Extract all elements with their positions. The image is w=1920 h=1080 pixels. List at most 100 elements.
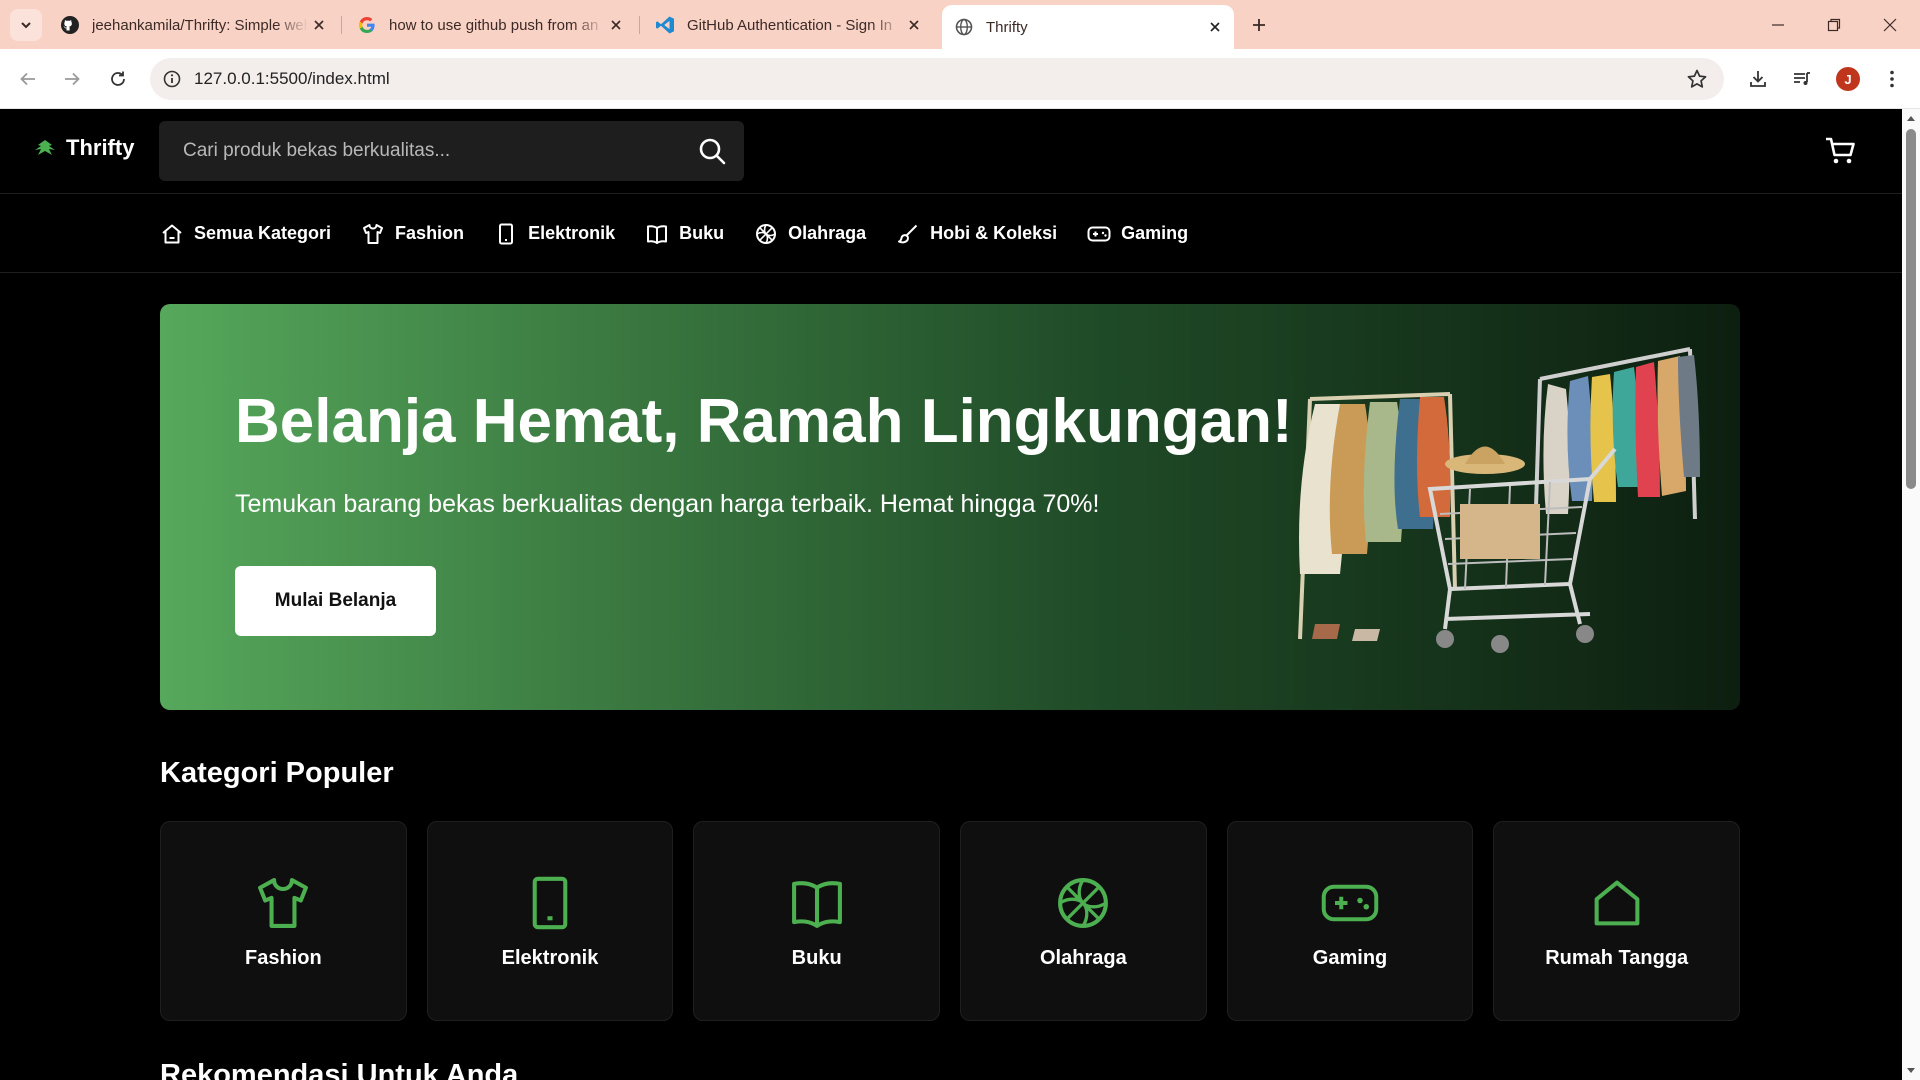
site-info-icon[interactable] [150,70,194,88]
gamepad-icon [1087,222,1111,246]
book-icon [787,873,847,933]
tab-strip: jeehankamila/Thrifty: Simple web how to … [0,0,1920,49]
category-card-label: Elektronik [501,946,599,969]
brush-icon [896,222,920,246]
category-card-rumah-tangga[interactable]: Rumah Tangga [1493,821,1741,1021]
url-text: 127.0.0.1:5500/index.html [194,69,390,88]
minimize-button[interactable] [1750,0,1806,49]
clothing-rack-cart-illustration [1298,347,1700,653]
tab-google-search[interactable]: how to use github push from an [345,7,635,43]
chevron-down-icon [21,22,31,29]
nav-item-label: Hobi & Koleksi [930,223,1058,243]
google-icon [357,15,377,35]
close-window-button[interactable] [1862,0,1918,49]
nav-item-semua-kategori[interactable]: Semua Kategori [160,222,331,246]
browser-window: jeehankamila/Thrifty: Simple web how to … [0,0,1920,1080]
basketball-icon [754,222,778,246]
hero-banner: Belanja Hemat, Ramah Lingkungan! Temukan… [160,304,1740,710]
download-icon [1750,71,1766,87]
hero-title: Belanja Hemat, Ramah Lingkungan! [235,387,1293,456]
tab-separator [639,16,640,34]
category-card-gaming[interactable]: Gaming [1226,821,1474,1021]
reload-button[interactable] [102,63,134,95]
category-nav: Semua Kategori Fashion Elektronik Buku O… [0,195,1902,273]
shirt-icon [253,873,313,933]
downloads-button[interactable] [1742,63,1774,95]
nav-item-elektronik[interactable]: Elektronik [494,222,615,246]
search-input[interactable] [159,121,680,181]
address-bar[interactable]: 127.0.0.1:5500/index.html [150,58,1724,100]
vscode-icon [655,15,675,35]
category-card-label: Olahraga [1040,946,1127,969]
close-icon [1883,18,1897,31]
tab-thrifty[interactable]: Thrifty [942,5,1234,49]
nav-item-buku[interactable]: Buku [645,222,724,246]
leaf-icon [35,140,55,155]
scroll-thumb[interactable] [1906,129,1916,489]
close-icon[interactable] [605,14,627,36]
more-vertical-icon [1890,70,1894,88]
basketball-icon [1053,873,1113,933]
category-card-olahraga[interactable]: Olahraga [960,821,1207,1021]
search-button[interactable] [680,121,744,181]
page-viewport: Thrifty Semua Kategori Fashion [0,109,1902,1080]
browser-menu-button[interactable] [1876,63,1908,95]
tab-title: GitHub Authentication - Sign In [687,16,893,34]
arrow-left-icon [20,72,35,86]
nav-item-olahraga[interactable]: Olahraga [754,222,866,246]
minimize-icon [1772,23,1784,26]
tab-search-button[interactable] [10,9,42,41]
nav-item-label: Buku [679,223,725,243]
close-icon[interactable] [1204,16,1226,38]
github-icon [60,15,80,35]
close-icon[interactable] [903,14,925,36]
category-card-label: Buku [791,946,842,969]
recommendations-title: Rekomendasi Untuk Anda [160,1059,519,1080]
back-button[interactable] [12,63,44,95]
site-logo[interactable]: Thrifty [34,135,134,161]
cart-button[interactable] [1822,133,1858,169]
home-icon [160,222,184,246]
nav-item-hobi-koleksi[interactable]: Hobi & Koleksi [896,222,1057,246]
tab-title: Thrifty [986,18,1028,36]
category-card-fashion[interactable]: Fashion [160,821,407,1021]
restore-button[interactable] [1806,0,1862,49]
nav-item-fashion[interactable]: Fashion [361,222,464,246]
category-card-label: Fashion [245,946,322,969]
start-shopping-button[interactable]: Mulai Belanja [235,566,436,636]
logo-text: Thrifty [66,135,135,160]
scroll-down-icon[interactable] [1906,1066,1916,1076]
nav-item-label: Semua Kategori [194,223,332,243]
nav-item-label: Gaming [1121,223,1189,243]
category-card-buku[interactable]: Buku [693,821,941,1021]
bookmark-star-icon[interactable] [1686,68,1708,95]
tab-github-repo[interactable]: jeehankamila/Thrifty: Simple web [48,7,338,43]
restore-icon [1827,18,1841,31]
gamepad-icon [1320,873,1380,933]
tab-title: how to use github push from an [389,16,599,34]
tab-separator [341,16,342,34]
smartphone-icon [494,222,518,246]
tab-github-auth[interactable]: GitHub Authentication - Sign In [643,7,933,43]
close-icon[interactable] [308,14,330,36]
home-icon [1587,873,1647,933]
smartphone-icon [520,873,580,933]
search-bar [159,121,744,181]
tab-title: jeehankamila/Thrifty: Simple web [92,16,308,34]
plus-icon [1253,19,1265,31]
media-controls-button[interactable] [1786,63,1818,95]
forward-button[interactable] [56,63,88,95]
globe-icon [954,17,974,37]
new-tab-button[interactable] [1244,10,1274,40]
profile-button[interactable]: J [1832,63,1864,95]
nav-item-gaming[interactable]: Gaming [1087,222,1188,246]
browser-toolbar: 127.0.0.1:5500/index.html J [0,49,1920,109]
reload-icon [111,71,125,86]
shopping-cart-icon [1826,137,1855,164]
shirt-icon [361,222,385,246]
scroll-up-icon[interactable] [1906,113,1916,123]
site-header: Thrifty [0,109,1902,194]
playlist-icon [1794,72,1810,85]
category-card-elektronik[interactable]: Elektronik [426,821,674,1021]
page-scrollbar[interactable] [1902,109,1920,1080]
